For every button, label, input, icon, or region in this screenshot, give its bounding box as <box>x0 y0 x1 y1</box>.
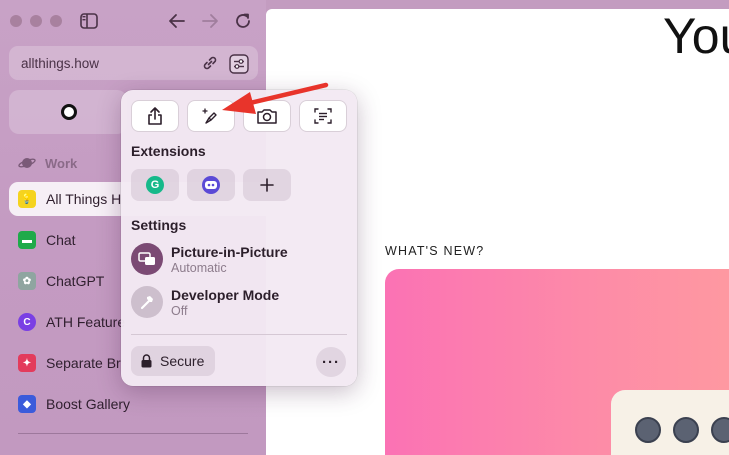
site-controls-popup: Extensions G Settings Picture-in-Picture… <box>121 90 357 386</box>
pinned-favorite[interactable] <box>9 90 127 134</box>
tab-label: ChatGPT <box>46 273 105 289</box>
extensions-heading: Extensions <box>131 143 206 159</box>
space-label: Work <box>45 155 78 171</box>
extension-robot[interactable] <box>187 169 235 201</box>
camera-icon <box>257 109 277 124</box>
setting-picture-in-picture[interactable]: Picture-in-Picture Automatic <box>131 243 288 275</box>
link-icon[interactable] <box>201 54 219 72</box>
setting-title: Picture-in-Picture <box>171 243 288 260</box>
reload-icon[interactable] <box>234 12 252 33</box>
extension-grammarly[interactable]: G <box>131 169 179 201</box>
site-controls-icon[interactable] <box>229 54 249 74</box>
hero-card <box>611 390 729 455</box>
star-logo-icon: ✦ <box>18 354 36 372</box>
sidebar-toggle-icon[interactable] <box>80 13 98 32</box>
settings-heading: Settings <box>131 217 187 233</box>
secure-label: Secure <box>160 353 205 369</box>
setting-title: Developer Mode <box>171 286 280 303</box>
grammarly-icon: G <box>146 176 164 194</box>
zoom-window-button[interactable] <box>50 15 62 27</box>
tab-label: Separate Br <box>46 355 121 371</box>
boost-button[interactable] <box>187 100 235 132</box>
plus-icon <box>260 178 274 192</box>
popup-divider <box>131 334 347 335</box>
lightbulb-icon: 💡 <box>18 190 36 208</box>
url-bar[interactable]: allthings.how <box>9 46 258 80</box>
page-heading: You <box>663 9 729 64</box>
secure-button[interactable]: Secure <box>131 346 215 376</box>
setting-developer-mode[interactable]: Developer Mode Off <box>131 286 279 318</box>
close-window-button[interactable] <box>10 15 22 27</box>
canva-icon: C <box>18 313 36 331</box>
chat-bubble-icon: ▬ <box>18 231 36 249</box>
screenshot-button[interactable] <box>243 100 291 132</box>
paintbrush-sparkle-icon <box>202 108 217 124</box>
reader-icon <box>314 108 332 124</box>
sidebar-divider <box>18 433 248 434</box>
url-text: allthings.how <box>21 56 100 71</box>
sidebar-tab-boost-gallery[interactable]: ◆ Boost Gallery <box>9 387 266 421</box>
share-button[interactable] <box>131 100 179 132</box>
dot-icon <box>673 417 699 443</box>
back-arrow-icon[interactable] <box>168 12 186 33</box>
ellipsis-icon: ··· <box>322 353 340 371</box>
space-header[interactable]: Work <box>18 154 77 172</box>
hammer-icon <box>131 286 163 318</box>
minimize-window-button[interactable] <box>30 15 42 27</box>
favorite-site-icon <box>61 104 77 120</box>
tab-label: ATH Feature <box>46 314 126 330</box>
picture-in-picture-icon <box>131 243 163 275</box>
boost-icon: ◆ <box>18 395 36 413</box>
reader-mode-button[interactable] <box>299 100 347 132</box>
lock-icon <box>141 354 152 368</box>
openai-icon: ✿ <box>18 272 36 290</box>
whats-new-label: WHAT'S NEW? <box>385 244 485 258</box>
tab-label: Chat <box>46 232 76 248</box>
tab-label: Boost Gallery <box>46 396 131 412</box>
setting-subtitle: Off <box>171 303 188 318</box>
dot-icon <box>635 417 661 443</box>
share-icon <box>148 107 162 125</box>
robot-face-icon <box>202 176 220 194</box>
forward-arrow-icon[interactable] <box>201 12 219 33</box>
planet-icon <box>18 158 36 168</box>
setting-subtitle: Automatic <box>171 260 227 275</box>
tab-label: All Things H <box>46 191 122 207</box>
more-options-button[interactable]: ··· <box>316 347 346 377</box>
add-extension-button[interactable] <box>243 169 291 201</box>
